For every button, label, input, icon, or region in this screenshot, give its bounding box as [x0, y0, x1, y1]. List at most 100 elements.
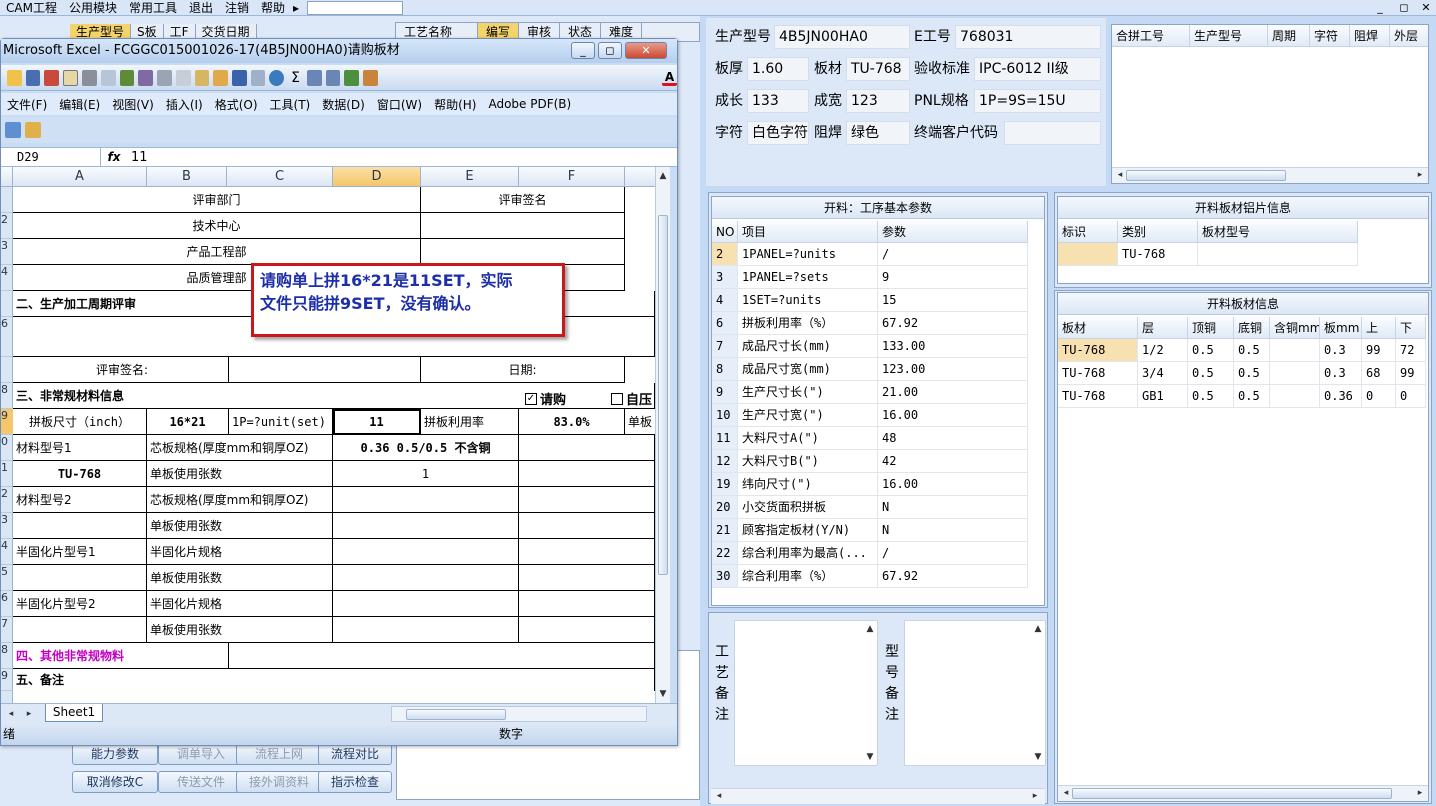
excel-menu-adobe[interactable]: Adobe PDF(B) [482, 97, 577, 111]
row-number[interactable] [1, 291, 13, 317]
cell-empty[interactable] [13, 617, 147, 643]
cell-review-dept[interactable]: 评审部门 [13, 187, 421, 213]
material-cell[interactable] [1270, 385, 1320, 408]
cell-empty[interactable] [519, 565, 655, 591]
scroll-up-icon[interactable]: ▲ [1032, 622, 1044, 636]
param-value-cell[interactable]: 16.00 [878, 404, 1028, 427]
sheet-nav-prev-icon[interactable]: ◂ [5, 707, 17, 721]
param-value-cell[interactable]: / [878, 243, 1028, 266]
param-value-cell[interactable]: / [878, 542, 1028, 565]
chart-icon[interactable] [344, 69, 360, 86]
cell-empty[interactable] [229, 357, 421, 383]
row-number[interactable]: 0 [1, 435, 13, 461]
cell-pp-spec-1[interactable]: 半固化片规格 [147, 539, 333, 565]
print-icon[interactable] [82, 69, 97, 86]
param-item-cell[interactable]: 大料尺寸A(") [738, 427, 878, 450]
param-value-cell[interactable]: 21.00 [878, 381, 1028, 404]
cell-sheets-used-4[interactable]: 单板使用张数 [147, 617, 333, 643]
save-icon[interactable] [25, 69, 41, 86]
param-item-cell[interactable]: 1PANEL=?sets [738, 266, 878, 289]
model-field[interactable]: 4B5JN00HA0 [774, 25, 910, 49]
cell-empty[interactable] [519, 435, 655, 461]
cell-sheets-used-3[interactable]: 单板使用张数 [147, 565, 333, 591]
excel-menu-edit[interactable]: 编辑(E) [53, 96, 106, 113]
params-col-value[interactable]: 参数 [878, 221, 1028, 243]
scroll-right-icon[interactable]: ▸ [1414, 786, 1426, 800]
menu-logout[interactable]: 注销 [219, 0, 255, 16]
cell-empty[interactable] [333, 565, 519, 591]
scroll-left-icon[interactable]: ◂ [713, 789, 725, 803]
toolbar-convert-icon[interactable] [25, 122, 41, 138]
open-icon[interactable] [7, 69, 22, 86]
drawing-icon[interactable] [363, 69, 378, 86]
spreadsheet-grid[interactable]: A B C D E F 评审部门 评审签名 技术中心 产品工程部 品质管理部 二… [1, 167, 655, 703]
material-cell[interactable]: 0.5 [1188, 362, 1234, 385]
import-order-button[interactable]: 调单导入 [158, 743, 244, 765]
param-no-cell[interactable]: 22 [712, 542, 738, 565]
row-number[interactable]: 7 [1, 617, 13, 643]
material-col-header[interactable]: 下 [1396, 317, 1426, 339]
hyperlink-icon[interactable] [269, 69, 285, 86]
cell-tech-center[interactable]: 技术中心 [13, 213, 421, 239]
cell-empty[interactable] [13, 513, 147, 539]
spelling-icon[interactable] [119, 69, 135, 86]
redo-icon[interactable] [250, 69, 266, 86]
toolbar-pdf-icon[interactable] [5, 122, 21, 138]
merge-col-model[interactable]: 生产型号 [1190, 25, 1268, 47]
instruction-check-button[interactable]: 指示检查 [318, 771, 392, 793]
merge-hscrollbar[interactable]: ◂ ▸ [1112, 167, 1428, 183]
cell-empty[interactable] [333, 487, 519, 513]
param-no-cell[interactable]: 9 [712, 381, 738, 404]
menu-cam[interactable]: CAM工程 [0, 0, 63, 16]
pdf-icon[interactable] [44, 69, 60, 86]
cell-empty[interactable] [333, 539, 519, 565]
customer-code-field[interactable] [1004, 121, 1101, 145]
cell-p-unit-label[interactable]: 1P=?unit(set) [229, 409, 333, 435]
scroll-left-icon[interactable]: ◂ [1114, 168, 1126, 182]
cut-icon[interactable] [157, 69, 172, 86]
width-field[interactable]: 123 [846, 89, 910, 113]
material-cell[interactable]: 0.5 [1234, 339, 1270, 362]
cell-empty[interactable] [229, 643, 655, 669]
scroll-thumb[interactable] [658, 215, 668, 575]
material-cell[interactable]: 0.5 [1188, 339, 1234, 362]
scroll-up-icon[interactable]: ▲ [657, 169, 669, 183]
standard-field[interactable]: IPC-6012 II级 [974, 57, 1101, 81]
cell-pp2-label[interactable]: 半固化片型号2 [13, 591, 147, 617]
cell-empty[interactable] [421, 213, 625, 239]
row-number[interactable]: 5 [1, 565, 13, 591]
row-number[interactable]: 6 [1, 591, 13, 617]
menu-tools[interactable]: 常用工具 [123, 0, 183, 16]
param-value-cell[interactable]: 15 [878, 289, 1028, 312]
params-col-item[interactable]: 项目 [738, 221, 878, 243]
sheet-tab-sheet1[interactable]: Sheet1 [45, 704, 103, 722]
excel-menu-help[interactable]: 帮助(H) [428, 96, 482, 113]
row-number[interactable] [1, 187, 13, 213]
row-number[interactable]: 8 [1, 643, 13, 669]
row-number[interactable]: 1 [1, 461, 13, 487]
col-header-b[interactable]: B [147, 167, 227, 186]
name-box[interactable]: D29 [1, 148, 101, 166]
excel-minimize-button[interactable]: _ [571, 42, 595, 59]
row-number[interactable]: 9 [1, 669, 13, 691]
app-close-button[interactable]: ✕ [1416, 0, 1436, 15]
param-value-cell[interactable]: 42 [878, 450, 1028, 473]
param-no-cell[interactable]: 12 [712, 450, 738, 473]
col-header-c[interactable]: C [227, 167, 333, 186]
thickness-field[interactable]: 1.60 [747, 57, 809, 81]
param-no-cell[interactable]: 21 [712, 519, 738, 542]
menu-exit[interactable]: 退出 [183, 0, 219, 16]
pnl-field[interactable]: 1P=9S=15U [974, 89, 1101, 113]
merge-col-outer[interactable]: 外层 [1390, 25, 1428, 47]
cell-panel-size-value[interactable]: 16*21 [147, 409, 229, 435]
param-item-cell[interactable]: 成品尺寸长(mm) [738, 335, 878, 358]
material-cell[interactable] [1270, 339, 1320, 362]
cell-empty[interactable] [13, 565, 147, 591]
param-no-cell[interactable]: 11 [712, 427, 738, 450]
undo-icon[interactable] [231, 69, 247, 86]
external-data-button[interactable]: 接外调资料 [236, 771, 322, 793]
param-item-cell[interactable]: 纬向尺寸(") [738, 473, 878, 496]
craft-note-textarea[interactable]: ▲ ▼ [734, 620, 878, 766]
cell-section-4[interactable]: 四、其他非常规物料 [13, 643, 229, 669]
vertical-scrollbar[interactable]: ▲ ▼ [655, 167, 670, 703]
